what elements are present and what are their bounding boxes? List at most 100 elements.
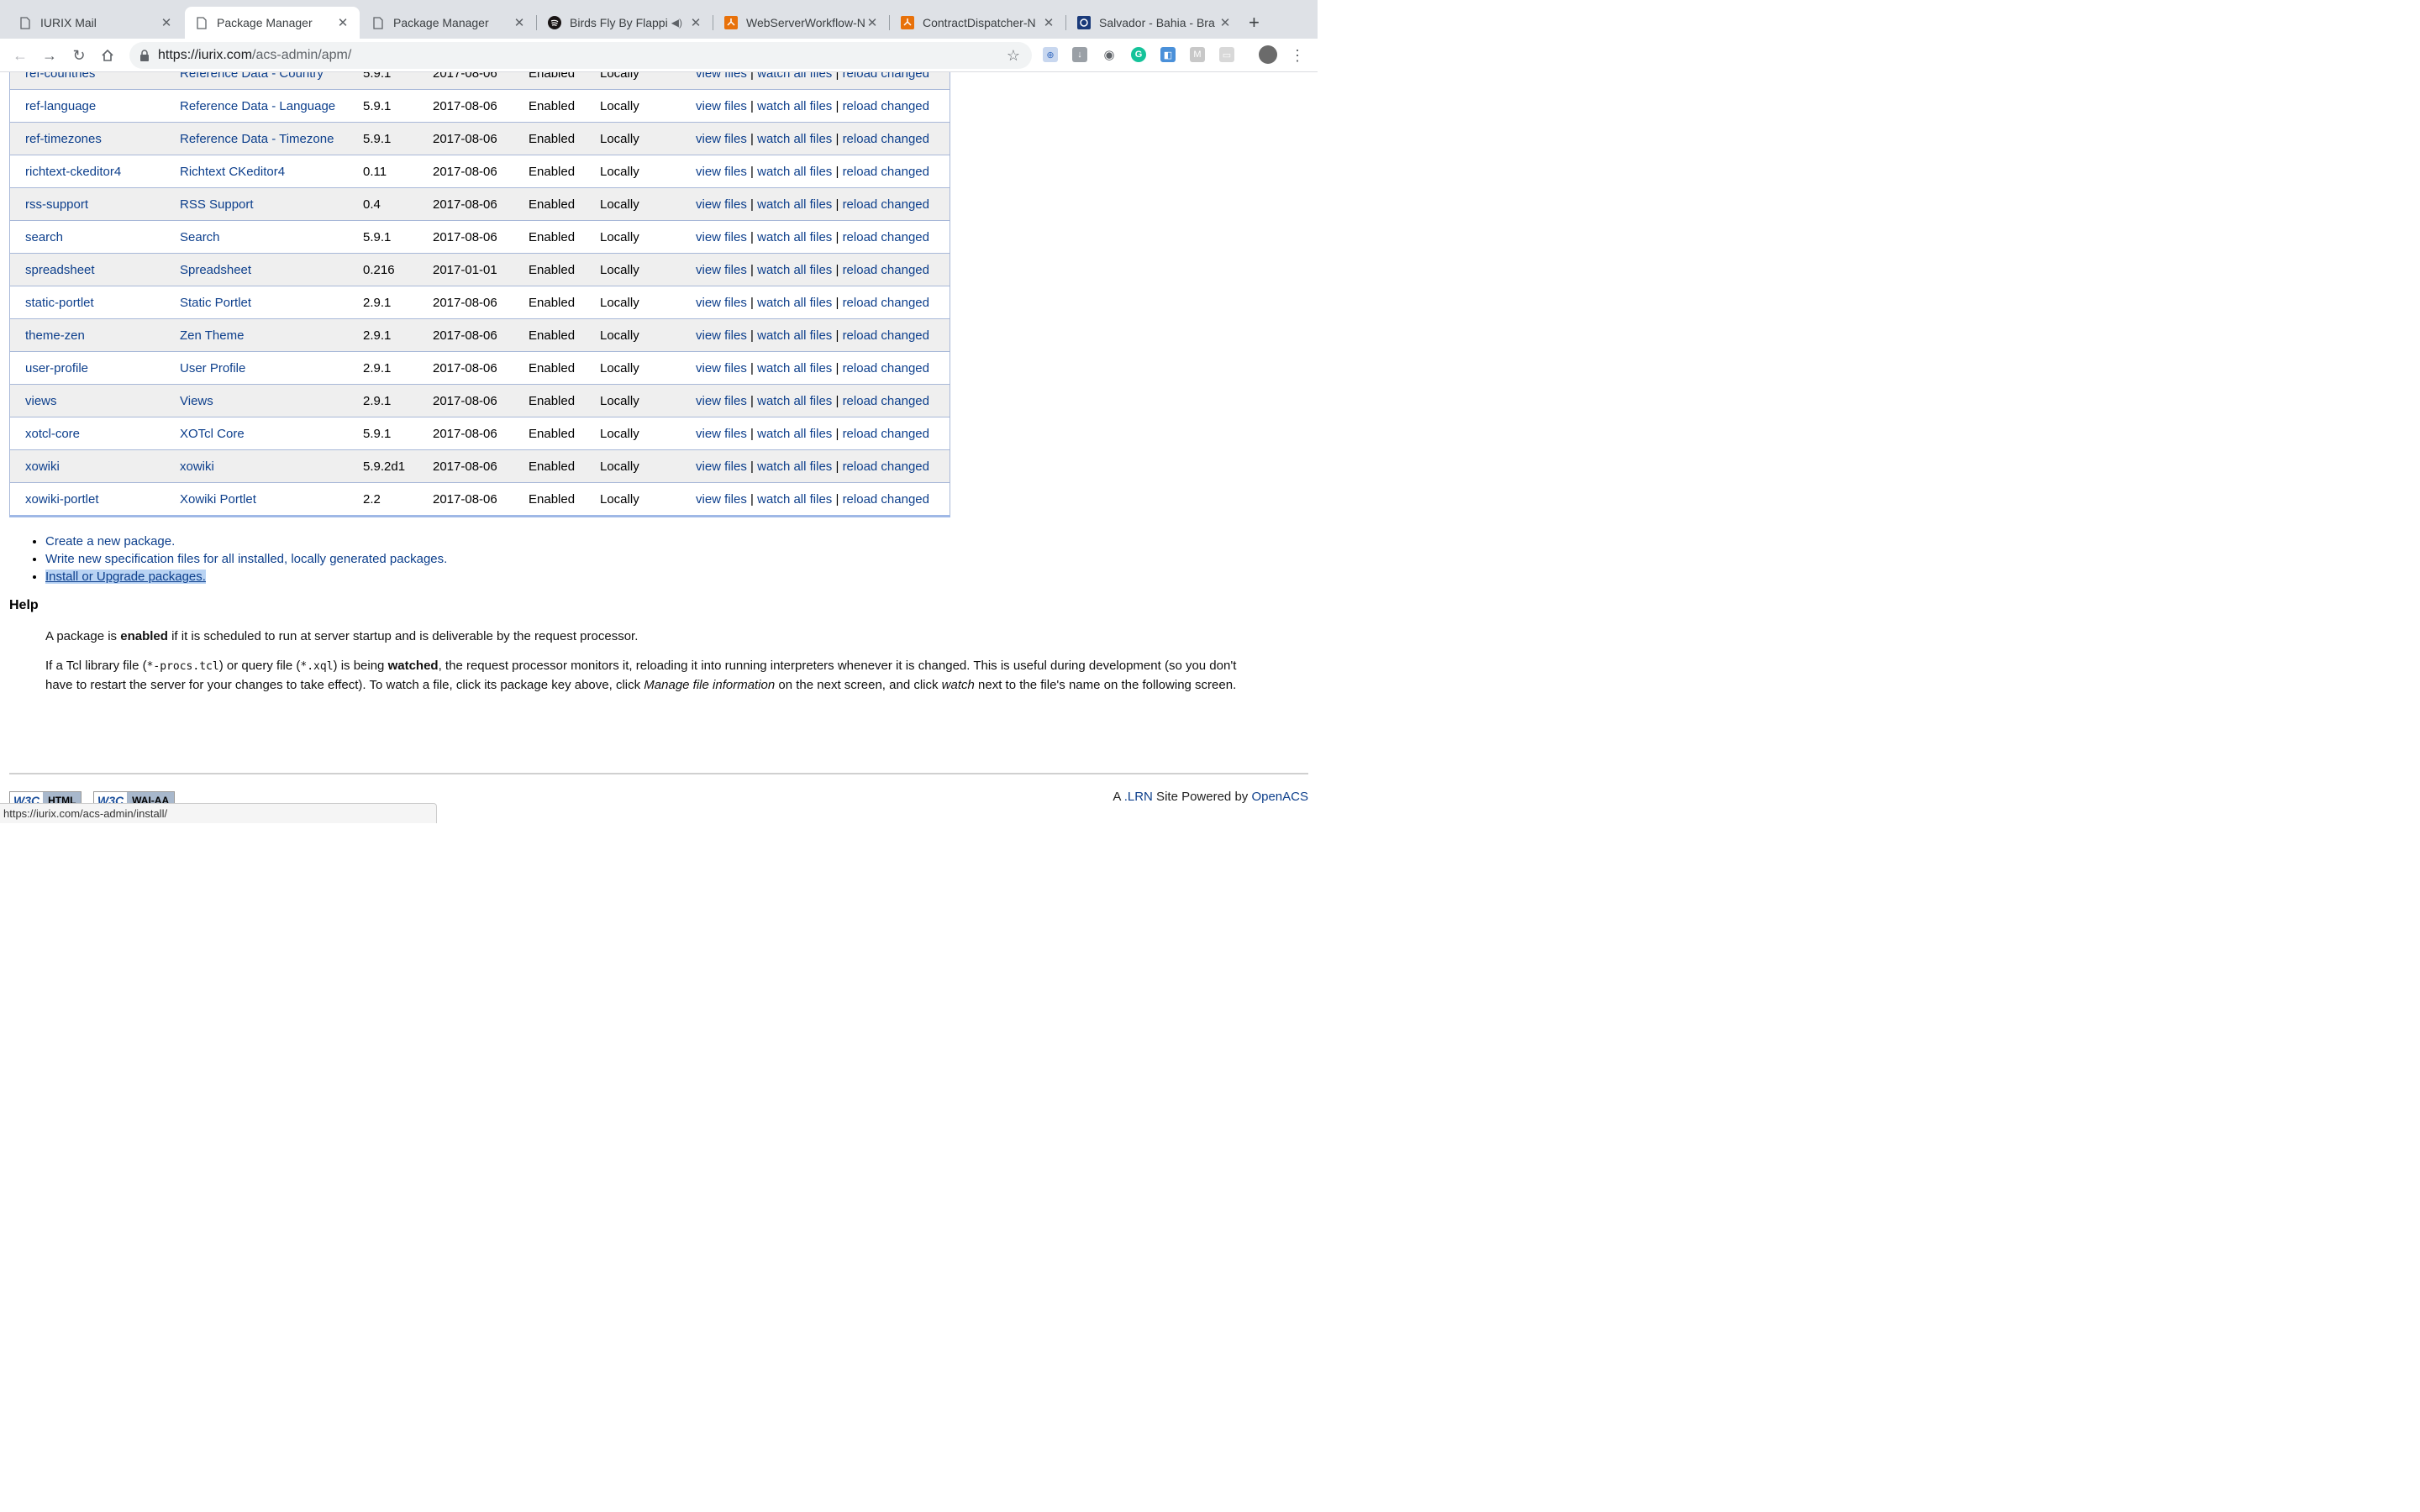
- tab-package-manager-active[interactable]: Package Manager ✕: [185, 7, 360, 39]
- package-key-link[interactable]: xotcl-core: [25, 427, 80, 441]
- package-name-link[interactable]: Richtext CKeditor4: [180, 165, 285, 179]
- write-spec-files-link[interactable]: Write new specification files for all in…: [45, 552, 447, 566]
- reload-changed-link[interactable]: reload changed: [843, 99, 929, 113]
- tab-spotify[interactable]: Birds Fly By Flappi ◀︎) ✕: [538, 7, 713, 39]
- view-files-link[interactable]: view files: [696, 72, 747, 81]
- reload-changed-link[interactable]: reload changed: [843, 427, 929, 441]
- view-files-link[interactable]: view files: [696, 263, 747, 277]
- package-key-link[interactable]: search: [25, 230, 63, 244]
- watch-all-files-link[interactable]: watch all files: [757, 165, 832, 179]
- package-key-link[interactable]: rss-support: [25, 197, 88, 212]
- camera-icon[interactable]: ◉: [1102, 47, 1117, 62]
- package-key-link[interactable]: ref-timezones: [25, 132, 102, 146]
- mute-icon[interactable]: ◀︎): [671, 17, 682, 29]
- tab-salvador-bahia[interactable]: Salvador - Bahia - Bra ✕: [1067, 7, 1242, 39]
- package-key-link[interactable]: xowiki: [25, 459, 60, 474]
- watch-all-files-link[interactable]: watch all files: [757, 263, 832, 277]
- tab-webserverworkflow[interactable]: WebServerWorkflow-N ✕: [714, 7, 889, 39]
- address-bar[interactable]: https://iurix.com/acs-admin/apm/ ☆: [129, 42, 1032, 69]
- install-upgrade-link[interactable]: Install or Upgrade packages.: [45, 570, 206, 584]
- view-files-link[interactable]: view files: [696, 230, 747, 244]
- watch-all-files-link[interactable]: watch all files: [757, 230, 832, 244]
- watch-all-files-link[interactable]: watch all files: [757, 427, 832, 441]
- view-files-link[interactable]: view files: [696, 492, 747, 507]
- avatar[interactable]: [1259, 45, 1277, 64]
- close-icon[interactable]: ✕: [336, 15, 350, 30]
- package-name-link[interactable]: RSS Support: [180, 197, 254, 212]
- view-files-link[interactable]: view files: [696, 328, 747, 343]
- reload-changed-link[interactable]: reload changed: [843, 394, 929, 408]
- package-name-link[interactable]: Zen Theme: [180, 328, 244, 343]
- view-files-link[interactable]: view files: [696, 296, 747, 310]
- reload-changed-link[interactable]: reload changed: [843, 492, 929, 507]
- tab-package-manager[interactable]: Package Manager ✕: [361, 7, 536, 39]
- close-icon[interactable]: ✕: [865, 15, 879, 30]
- reload-changed-link[interactable]: reload changed: [843, 230, 929, 244]
- package-key-link[interactable]: static-portlet: [25, 296, 94, 310]
- watch-all-files-link[interactable]: watch all files: [757, 394, 832, 408]
- package-key-link[interactable]: xowiki-portlet: [25, 492, 99, 507]
- extension-icon[interactable]: ⊕: [1043, 47, 1058, 62]
- package-name-link[interactable]: Static Portlet: [180, 296, 251, 310]
- package-key-link[interactable]: views: [25, 394, 57, 408]
- bookmark-star-icon[interactable]: ☆: [1007, 47, 1020, 65]
- openacs-link[interactable]: OpenACS: [1251, 790, 1308, 804]
- home-icon[interactable]: [97, 45, 118, 66]
- reload-changed-link[interactable]: reload changed: [843, 459, 929, 474]
- view-files-link[interactable]: view files: [696, 361, 747, 375]
- package-key-link[interactable]: ref-countries: [25, 72, 95, 81]
- watch-all-files-link[interactable]: watch all files: [757, 459, 832, 474]
- package-name-link[interactable]: XOTcl Core: [180, 427, 245, 441]
- reload-changed-link[interactable]: reload changed: [843, 263, 929, 277]
- package-name-link[interactable]: Reference Data - Language: [180, 99, 335, 113]
- reload-changed-link[interactable]: reload changed: [843, 72, 929, 81]
- view-files-link[interactable]: view files: [696, 132, 747, 146]
- watch-all-files-link[interactable]: watch all files: [757, 492, 832, 507]
- package-name-link[interactable]: User Profile: [180, 361, 245, 375]
- reload-changed-link[interactable]: reload changed: [843, 361, 929, 375]
- view-files-link[interactable]: view files: [696, 165, 747, 179]
- m-extension-icon[interactable]: M: [1190, 47, 1205, 62]
- reload-changed-link[interactable]: reload changed: [843, 197, 929, 212]
- create-package-link[interactable]: Create a new package.: [45, 534, 175, 549]
- extension-icon[interactable]: ▭: [1219, 47, 1234, 62]
- reload-changed-link[interactable]: reload changed: [843, 296, 929, 310]
- extension-icon[interactable]: ◧: [1160, 47, 1176, 62]
- download-extension-icon[interactable]: ↓: [1072, 47, 1087, 62]
- watch-all-files-link[interactable]: watch all files: [757, 99, 832, 113]
- reload-icon[interactable]: ↻: [69, 45, 89, 66]
- reload-changed-link[interactable]: reload changed: [843, 165, 929, 179]
- tab-iurix-mail[interactable]: IURIX Mail ✕: [8, 7, 183, 39]
- close-icon[interactable]: ✕: [1042, 15, 1055, 30]
- watch-all-files-link[interactable]: watch all files: [757, 132, 832, 146]
- package-key-link[interactable]: ref-language: [25, 99, 96, 113]
- watch-all-files-link[interactable]: watch all files: [757, 328, 832, 343]
- reload-changed-link[interactable]: reload changed: [843, 132, 929, 146]
- view-files-link[interactable]: view files: [696, 394, 747, 408]
- package-name-link[interactable]: Xowiki Portlet: [180, 492, 256, 507]
- close-icon[interactable]: ✕: [513, 15, 526, 30]
- package-name-link[interactable]: Spreadsheet: [180, 263, 251, 277]
- close-icon[interactable]: ✕: [689, 15, 702, 30]
- back-arrow-icon[interactable]: ←: [10, 45, 30, 66]
- new-tab-plus-icon[interactable]: +: [1249, 12, 1260, 34]
- menu-dots-icon[interactable]: ⋮: [1287, 45, 1307, 66]
- package-name-link[interactable]: Views: [180, 394, 213, 408]
- package-name-link[interactable]: Reference Data - Timezone: [180, 132, 334, 146]
- view-files-link[interactable]: view files: [696, 99, 747, 113]
- package-name-link[interactable]: xowiki: [180, 459, 214, 474]
- watch-all-files-link[interactable]: watch all files: [757, 361, 832, 375]
- watch-all-files-link[interactable]: watch all files: [757, 197, 832, 212]
- reload-changed-link[interactable]: reload changed: [843, 328, 929, 343]
- grammarly-icon[interactable]: G: [1131, 47, 1146, 62]
- package-key-link[interactable]: spreadsheet: [25, 263, 95, 277]
- view-files-link[interactable]: view files: [696, 197, 747, 212]
- view-files-link[interactable]: view files: [696, 427, 747, 441]
- watch-all-files-link[interactable]: watch all files: [757, 296, 832, 310]
- close-icon[interactable]: ✕: [1218, 15, 1232, 30]
- tab-contractdispatcher[interactable]: ContractDispatcher-N ✕: [891, 7, 1065, 39]
- package-key-link[interactable]: richtext-ckeditor4: [25, 165, 121, 179]
- package-key-link[interactable]: user-profile: [25, 361, 88, 375]
- close-icon[interactable]: ✕: [160, 15, 173, 30]
- package-key-link[interactable]: theme-zen: [25, 328, 85, 343]
